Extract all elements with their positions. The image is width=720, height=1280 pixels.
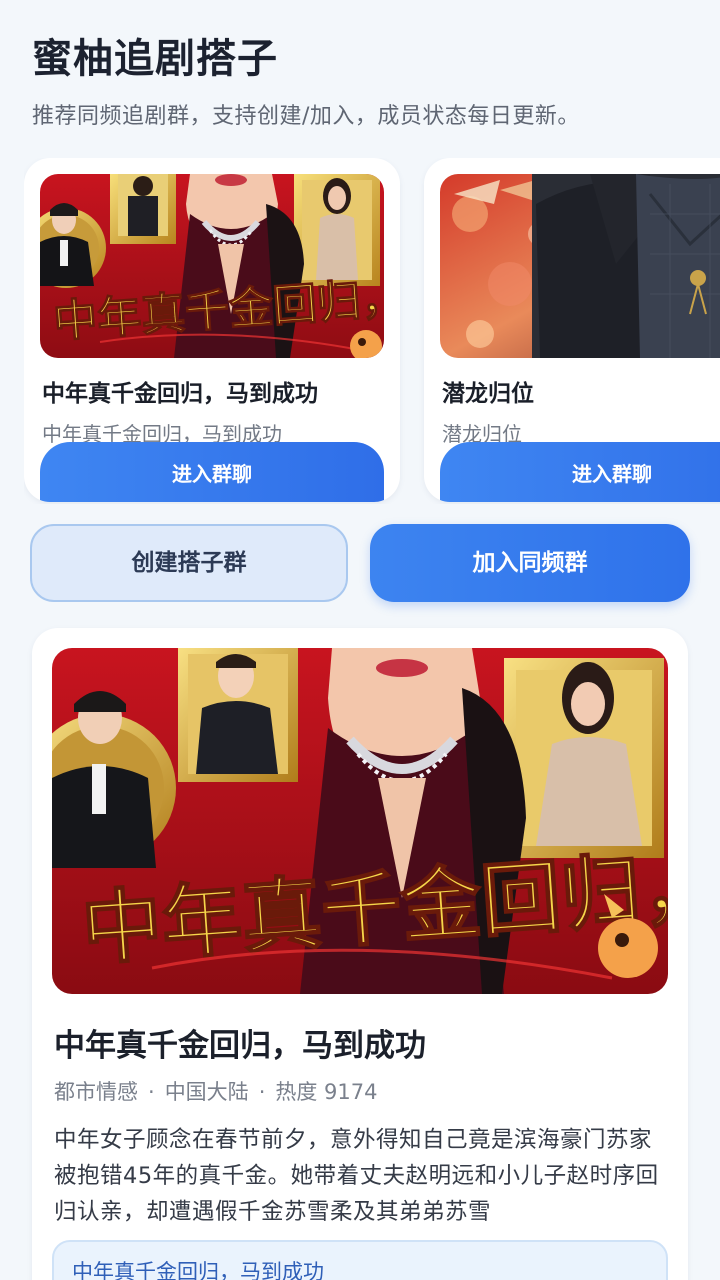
join-group-button[interactable]: 加入同频群 <box>370 524 690 602</box>
drama-detail-card[interactable]: 中年真千金回归， 中年真千金回归，马到成功 都市情感 · 中国大陆 · 热度 9174 … <box>32 628 688 1280</box>
enter-group-chat-button[interactable]: 进入群聊 <box>40 442 384 502</box>
recommendation-title[interactable]: 潜龙归位 <box>442 374 534 408</box>
create-group-button[interactable]: 创建搭子群 <box>30 524 348 602</box>
recommendation-card[interactable]: 潜龙归位 潜龙归位 进入群聊 <box>424 158 720 502</box>
recommendation-card[interactable]: 中年真千金回归， 中年真千金回归，马到成功 中年真千金回归，马到成功 进入群聊 <box>24 158 400 502</box>
recommendation-carousel[interactable]: 中年真千金回归， 中年真千金回归，马到成功 中年真千金回归，马到成功 进入群聊 <box>24 158 720 504</box>
poster-art: 中年真千金回归， <box>40 174 384 358</box>
heat-value: 热度 9174 <box>275 1080 378 1104</box>
page-subtitle: 推荐同频追剧群，支持创建/加入，成员状态每日更新。 <box>32 104 580 129</box>
page-title: 蜜柚追剧搭子 <box>32 36 278 82</box>
genre-tag: 都市情感 <box>54 1080 138 1104</box>
meta-separator: · <box>258 1080 266 1104</box>
drama-poster[interactable]: 中年真千金回归， <box>40 174 384 358</box>
poster-art: 中年真千金回归， <box>52 648 668 994</box>
drama-poster[interactable] <box>440 174 720 358</box>
drama-title: 中年真千金回归，马到成功 <box>54 1028 426 1064</box>
enter-group-chat-button[interactable]: 进入群聊 <box>440 442 720 502</box>
region-tag: 中国大陆 <box>164 1080 249 1104</box>
drama-description: 中年女子顾念在春节前夕，意外得知自己竟是滨海豪门苏家被抱错45年的真千金。她带着… <box>54 1127 659 1225</box>
group-chip[interactable]: 中年真千金回归，马到成功 <box>52 1240 668 1280</box>
recommendation-title[interactable]: 中年真千金回归，马到成功 <box>42 374 318 408</box>
drama-poster[interactable]: 中年真千金回归， <box>52 648 668 994</box>
app-screen: 蜜柚追剧搭子 推荐同频追剧群，支持创建/加入，成员状态每日更新。 中年真千金回归… <box>0 0 720 1280</box>
meta-separator: · <box>148 1080 155 1104</box>
drama-meta: 都市情感 · 中国大陆 · 热度 9174 <box>54 1076 378 1106</box>
poster-art <box>440 174 720 358</box>
